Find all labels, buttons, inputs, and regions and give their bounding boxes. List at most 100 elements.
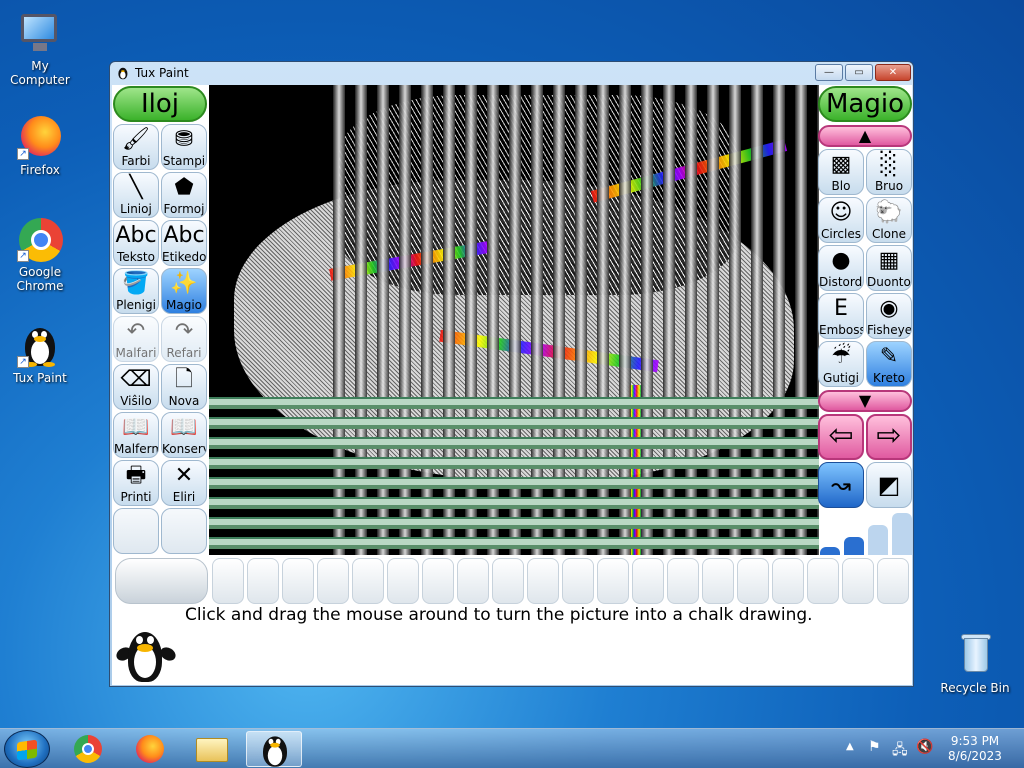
- desktop-icon-label: My Computer: [10, 59, 70, 87]
- windows-logo-icon: [17, 739, 37, 761]
- drawing-canvas[interactable]: [209, 85, 819, 555]
- network-icon[interactable]: 🖧: [892, 739, 908, 763]
- chrome-icon: [74, 735, 102, 763]
- color-swatch[interactable]: [562, 558, 594, 604]
- tool-teksto[interactable]: Abc Teksto: [113, 220, 159, 266]
- tool-magio-icon: ✨: [170, 271, 198, 296]
- action-center-icon[interactable]: ⚑: [868, 739, 881, 755]
- color-swatch[interactable]: [282, 558, 314, 604]
- tool-label: Formoj: [163, 202, 205, 216]
- color-swatch[interactable]: [492, 558, 524, 604]
- magic-tool-bruo[interactable]: ░ Bruo: [866, 149, 912, 195]
- start-button[interactable]: [4, 730, 50, 768]
- desktop-icon-tux-paint[interactable]: ↗ Tux Paint: [0, 322, 80, 385]
- scroll-down-button[interactable]: ▼: [818, 390, 912, 412]
- desktop-icon-recycle-bin[interactable]: Recycle Bin: [935, 632, 1015, 695]
- color-swatch[interactable]: [597, 558, 629, 604]
- desktop-icon-label: Firefox: [20, 163, 60, 177]
- magic-tool-label: Emboss: [819, 323, 864, 337]
- magic-tool-emboss[interactable]: E Emboss: [818, 293, 864, 339]
- tool-viŝilo[interactable]: ⌫ Viŝilo: [113, 364, 159, 410]
- desktop-icon-firefox[interactable]: ↗ Firefox: [0, 114, 80, 177]
- taskbar-explorer[interactable]: [184, 731, 240, 767]
- tool-refari-icon: ↷: [174, 319, 194, 344]
- system-clock[interactable]: 9:53 PM 8/6/2023: [940, 734, 1010, 764]
- tool-farbi[interactable]: 🖌 Farbi: [113, 124, 159, 170]
- tool-stampi[interactable]: ⛃ Stampi: [161, 124, 207, 170]
- tray-show-hidden-icon[interactable]: ▲: [846, 741, 854, 752]
- desktop-icon-chrome[interactable]: ↗ Google Chrome: [0, 216, 80, 293]
- desktop-icon-my-computer[interactable]: My Computer: [0, 10, 80, 87]
- taskbar-tux-paint[interactable]: [246, 731, 302, 767]
- maximize-button[interactable]: ▭: [845, 64, 873, 81]
- color-swatch[interactable]: [457, 558, 489, 604]
- size-selector[interactable]: [818, 509, 912, 555]
- tool-nova[interactable]: 🗋 Nova: [161, 364, 207, 410]
- tool-formoj[interactable]: ⬟ Formoj: [161, 172, 207, 218]
- color-swatch[interactable]: [842, 558, 874, 604]
- tux-paint-app-icon: [116, 66, 130, 80]
- close-button[interactable]: ✕: [875, 64, 911, 81]
- desktop-icon-label: Tux Paint: [13, 371, 67, 385]
- tool-eliri[interactable]: ✕ Eliri: [161, 460, 207, 506]
- color-swatch[interactable]: [667, 558, 699, 604]
- magic-tool-label: Kreto: [873, 371, 905, 385]
- paint-mode-button[interactable]: ↝: [818, 462, 864, 508]
- tool-label: Teksto: [117, 250, 155, 264]
- fullscreen-mode-button[interactable]: ◩: [866, 462, 912, 508]
- color-swatch[interactable]: [387, 558, 419, 604]
- tool-malfari[interactable]: ↶ Malfari: [113, 316, 159, 362]
- color-swatch[interactable]: [352, 558, 384, 604]
- color-swatch[interactable]: [807, 558, 839, 604]
- color-swatch[interactable]: [632, 558, 664, 604]
- color-swatch[interactable]: [702, 558, 734, 604]
- magic-tool-label: Clone: [871, 227, 907, 241]
- tool-malfermi[interactable]: 📖 Malfermi: [113, 412, 159, 458]
- tool-label: Viŝilo: [120, 394, 152, 408]
- tool-konservi[interactable]: 📖 Konservi: [161, 412, 207, 458]
- magic-tool-label: Gutigi: [823, 371, 859, 385]
- tool-printi-icon: 🖶: [125, 463, 147, 488]
- scroll-up-button[interactable]: ▲: [818, 125, 912, 147]
- magic-tool-label: Fisheye: [867, 323, 912, 337]
- tool-linioj-icon: ╲: [129, 175, 143, 200]
- magic-tool-duontona[interactable]: ▦ Duontona: [866, 245, 912, 291]
- tool-eliri-icon: ✕: [174, 463, 194, 488]
- taskbar-firefox[interactable]: [122, 731, 178, 767]
- tool-refari[interactable]: ↷ Refari: [161, 316, 207, 362]
- color-swatch[interactable]: [772, 558, 804, 604]
- color-swatch[interactable]: [212, 558, 244, 604]
- magic-tool-blo[interactable]: ▩ Blo: [818, 149, 864, 195]
- color-swatch[interactable]: [317, 558, 349, 604]
- tool-nova-icon: 🗋: [175, 367, 193, 392]
- magic-tool-gutigi[interactable]: ☔ Gutigi: [818, 341, 864, 387]
- magic-tool-kreto[interactable]: ✎ Kreto: [866, 341, 912, 387]
- magic-tool-clone[interactable]: 🐑 Clone: [866, 197, 912, 243]
- tool-etikedo[interactable]: Abc Etikedo: [161, 220, 207, 266]
- tool-malfermi-icon: 📖: [122, 415, 150, 440]
- color-swatch[interactable]: [737, 558, 769, 604]
- next-button[interactable]: ⇨: [866, 414, 912, 460]
- tool-printi[interactable]: 🖶 Printi: [113, 460, 159, 506]
- window-title: Tux Paint: [135, 66, 189, 80]
- magic-tool-circles[interactable]: ☺ Circles: [818, 197, 864, 243]
- firefox-icon: ↗: [17, 114, 63, 160]
- tool-plenigi-icon: 🪣: [122, 271, 150, 296]
- magic-tool-distordo[interactable]: ● Distordo: [818, 245, 864, 291]
- minimize-button[interactable]: —: [815, 64, 843, 81]
- color-swatch[interactable]: [247, 558, 279, 604]
- tool-linioj[interactable]: ╲ Linioj: [113, 172, 159, 218]
- color-swatch[interactable]: [527, 558, 559, 604]
- tool-plenigi[interactable]: 🪣 Plenigi: [113, 268, 159, 314]
- color-swatch[interactable]: [877, 558, 909, 604]
- title-bar[interactable]: Tux Paint — ▭ ✕: [110, 62, 913, 84]
- tool-magio[interactable]: ✨ Magio: [161, 268, 207, 314]
- previous-button[interactable]: ⇦: [818, 414, 864, 460]
- magic-tool-fisheye[interactable]: ◉ Fisheye: [866, 293, 912, 339]
- tool-etikedo-icon: Abc: [163, 223, 205, 248]
- color-swatch[interactable]: [422, 558, 454, 604]
- tool-viŝilo-icon: ⌫: [120, 367, 152, 392]
- color-swatch-large[interactable]: [115, 558, 208, 604]
- taskbar-chrome[interactable]: [60, 731, 116, 767]
- volume-muted-icon[interactable]: 🔇: [916, 739, 933, 755]
